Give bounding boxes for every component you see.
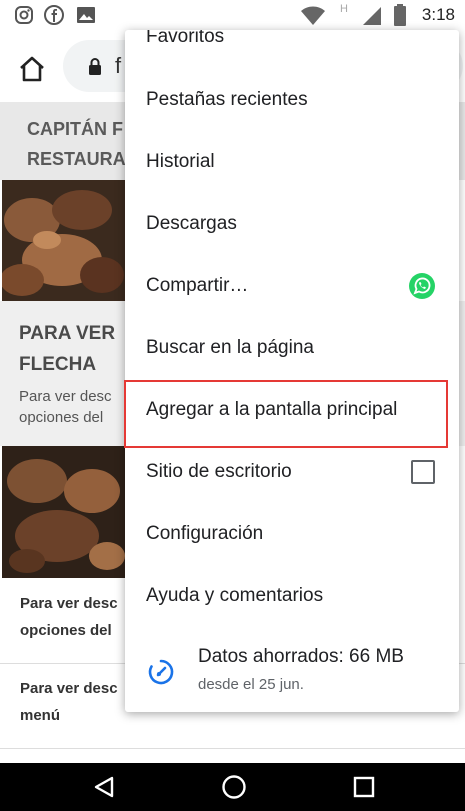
whatsapp-icon[interactable] bbox=[408, 272, 436, 300]
restaurant-title: CAPITÁN F RESTAURA bbox=[27, 119, 126, 169]
url-text[interactable]: f bbox=[115, 53, 121, 79]
food-image bbox=[2, 180, 125, 302]
menu-item-ayuda-y-comentarios[interactable]: Ayuda y comentarios bbox=[125, 565, 459, 627]
battery-icon bbox=[394, 4, 406, 26]
menu-item-label: Compartir… bbox=[146, 275, 249, 296]
menu-item-label: Descargas bbox=[146, 213, 237, 234]
highlight-box bbox=[124, 380, 448, 448]
data-saver-subtitle: desde el 25 jun. bbox=[198, 676, 304, 693]
instagram-icon bbox=[15, 6, 33, 24]
back-icon[interactable] bbox=[92, 775, 116, 799]
wifi-icon bbox=[301, 6, 325, 25]
menu-item-compartir[interactable]: Compartir… bbox=[125, 255, 459, 317]
home-nav-icon[interactable] bbox=[221, 774, 247, 800]
list-item-text: Para ver desc opciones del bbox=[20, 595, 118, 639]
menu-item-descargas[interactable]: Descargas bbox=[125, 193, 459, 255]
signal-icon bbox=[363, 7, 381, 25]
data-saver-icon bbox=[148, 659, 174, 685]
desktop-site-checkbox[interactable] bbox=[411, 460, 435, 484]
status-bar: H 3:18 bbox=[0, 0, 465, 30]
menu-item-favoritos[interactable]: Favoritos bbox=[146, 30, 224, 48]
menu-item-label: Ayuda y comentarios bbox=[146, 585, 324, 606]
menu-item-label: Configuración bbox=[146, 523, 264, 544]
network-type-label: H bbox=[340, 3, 348, 15]
menu-item-label: Historial bbox=[146, 151, 215, 172]
card-title: PARA VER FLECHA bbox=[19, 323, 116, 375]
menu-item-historial[interactable]: Historial bbox=[125, 131, 459, 193]
menu-item-pestanas-recientes[interactable]: Pestañas recientes bbox=[125, 69, 459, 131]
image-icon bbox=[77, 7, 95, 23]
data-saver-title: Datos ahorrados: 66 MB bbox=[198, 646, 404, 667]
menu-item-sitio-de-escritorio[interactable]: Sitio de escritorio bbox=[125, 441, 459, 503]
navigation-bar bbox=[0, 763, 465, 811]
menu-item-label: Pestañas recientes bbox=[146, 89, 308, 110]
menu-item-label: Sitio de escritorio bbox=[146, 461, 292, 482]
food-image bbox=[2, 446, 125, 578]
card-subtitle: Para ver desc opciones del bbox=[19, 388, 112, 426]
overflow-menu: Favoritos Pestañas recientes Historial D… bbox=[125, 30, 459, 712]
recents-icon[interactable] bbox=[352, 775, 376, 799]
home-icon[interactable] bbox=[17, 54, 47, 84]
lock-icon bbox=[89, 58, 101, 75]
clock: 3:18 bbox=[421, 5, 455, 24]
menu-item-buscar-en-la-pagina[interactable]: Buscar en la página bbox=[125, 317, 459, 379]
menu-item-configuracion[interactable]: Configuración bbox=[125, 503, 459, 565]
menu-item-label: Buscar en la página bbox=[146, 337, 314, 358]
list-item-text: Para ver desc menú bbox=[20, 680, 118, 724]
facebook-icon bbox=[44, 5, 64, 25]
